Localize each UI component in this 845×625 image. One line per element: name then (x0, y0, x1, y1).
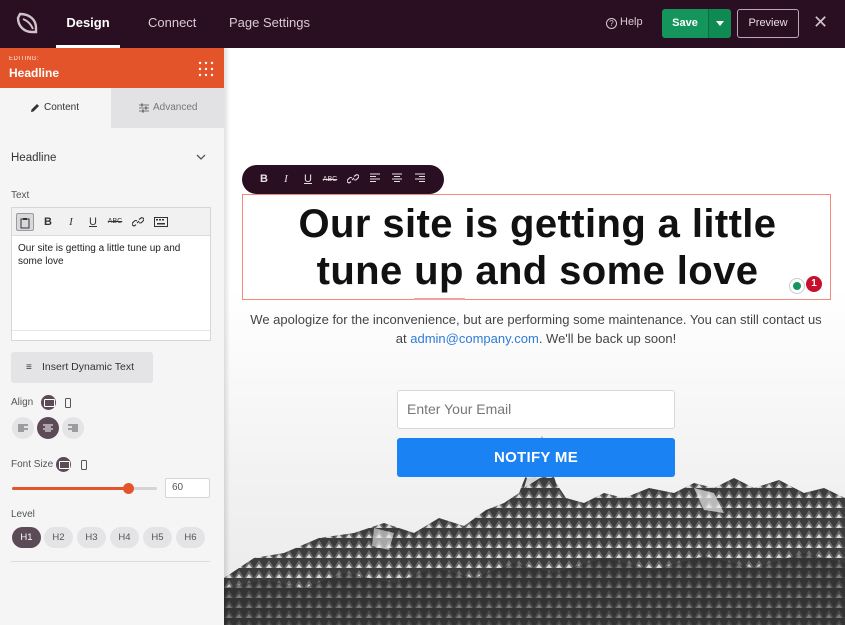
headline-line-1: Our site is getting a little (298, 202, 777, 246)
notify-me-button[interactable]: NOTIFY ME (397, 438, 675, 477)
notification-badge[interactable]: 1 (806, 276, 822, 292)
tab-design[interactable]: Design (56, 0, 120, 48)
align-label: Align (11, 397, 34, 408)
strikethrough-icon[interactable]: ABC (106, 213, 124, 231)
align-center-icon[interactable] (389, 172, 405, 187)
settings-panel: EDITING: Headline Content Advanced Headl… (0, 48, 224, 625)
mobile-icon[interactable] (65, 398, 71, 408)
font-size-label: Font Size (11, 459, 54, 470)
spellcheck-underline (414, 298, 465, 300)
subtext-paragraph: We apologize for the inconvenience, but … (248, 310, 824, 348)
underline-icon[interactable]: U (84, 213, 102, 231)
tab-content[interactable]: Content (0, 88, 111, 128)
bold-icon[interactable]: B (256, 172, 272, 187)
align-left-icon (18, 424, 28, 432)
headline-block[interactable]: Our site is getting a little tune up and… (242, 194, 831, 300)
font-size-slider[interactable] (12, 483, 157, 494)
subtext-at: at (395, 331, 411, 346)
paste-icon[interactable] (16, 213, 34, 231)
text-label: Text (11, 190, 30, 201)
tab-page-settings[interactable]: Page Settings (229, 0, 310, 48)
sliders-icon (139, 103, 149, 113)
align-left-button[interactable] (12, 417, 34, 439)
desktop-icon[interactable] (41, 395, 56, 410)
strikethrough-icon[interactable]: ABC (322, 172, 338, 187)
grid-dots-icon[interactable] (198, 61, 214, 77)
close-icon[interactable]: ✕ (813, 13, 828, 31)
align-right-icon[interactable] (412, 172, 428, 187)
contact-email-link[interactable]: admin@company.com (410, 331, 539, 346)
font-size-input[interactable]: 60 (165, 478, 210, 498)
help-link[interactable]: ? Help (606, 16, 643, 29)
level-h6-button[interactable]: H6 (176, 527, 205, 548)
editor-toolbar: B I U ABC (12, 208, 210, 236)
italic-icon[interactable]: I (62, 213, 80, 231)
help-label: Help (620, 16, 643, 28)
font-size-slider-fill (12, 487, 128, 490)
tab-content-label: Content (44, 102, 80, 113)
subtext-end: . We'll be back up soon! (538, 331, 677, 346)
level-h2-button[interactable]: H2 (44, 527, 73, 548)
level-h5-button[interactable]: H5 (143, 527, 172, 548)
keyboard-icon[interactable] (152, 213, 170, 231)
save-button[interactable]: Save (662, 9, 708, 38)
headline-text[interactable]: Our site is getting a little tune up and… (243, 195, 832, 299)
subtext-line-1: We apologize for the inconvenience, but … (250, 312, 822, 327)
font-size-slider-handle[interactable] (123, 483, 134, 494)
seedprod-logo-icon[interactable] (14, 10, 40, 36)
grammar-assistant-icon[interactable] (789, 278, 805, 294)
tab-advanced-label: Advanced (153, 102, 198, 113)
canvas-shadow (224, 48, 230, 625)
editing-label: EDITING: (9, 56, 40, 62)
editor-resize-bar[interactable] (12, 330, 210, 340)
top-bar: Design Connect Page Settings ? Help Save … (0, 0, 845, 48)
editing-header: EDITING: Headline (0, 48, 224, 88)
panel-divider (11, 561, 210, 562)
insert-dynamic-text-button[interactable]: ≡ Insert Dynamic Text (11, 352, 153, 383)
align-center-button[interactable] (37, 417, 59, 439)
underline-icon[interactable]: U (300, 172, 316, 187)
align-right-icon (68, 424, 78, 432)
pencil-icon (31, 104, 39, 112)
level-label: Level (11, 509, 35, 520)
page-canvas: B I U ABC Our site is getting a little t… (224, 48, 845, 625)
align-left-icon[interactable] (367, 172, 383, 187)
desktop-icon[interactable] (56, 457, 71, 472)
level-h3-button[interactable]: H3 (77, 527, 106, 548)
section-title-headline[interactable]: Headline (11, 152, 56, 164)
link-icon[interactable] (345, 172, 361, 187)
bold-icon[interactable]: B (39, 213, 57, 231)
level-h4-button[interactable]: H4 (110, 527, 139, 548)
level-h1-button[interactable]: H1 (12, 527, 41, 548)
editing-title: Headline (9, 66, 60, 80)
tab-connect[interactable]: Connect (148, 0, 196, 48)
mobile-icon[interactable] (81, 460, 87, 470)
dynamic-text-icon: ≡ (26, 362, 32, 373)
inline-format-toolbar: B I U ABC (242, 165, 444, 194)
preview-button[interactable]: Preview (737, 9, 799, 38)
help-icon: ? (606, 18, 617, 29)
email-input[interactable]: Enter Your Email (397, 390, 675, 429)
save-options-dropdown[interactable] (708, 9, 731, 38)
chevron-down-icon[interactable] (196, 152, 206, 162)
tab-advanced[interactable]: Advanced (111, 88, 224, 128)
headline-line-2: tune up and some love (316, 249, 759, 293)
link-icon[interactable] (129, 213, 147, 231)
insert-dynamic-text-label: Insert Dynamic Text (42, 361, 135, 373)
italic-icon[interactable]: I (278, 172, 294, 187)
editor-text[interactable]: Our site is getting a little tune up and… (18, 242, 204, 268)
align-center-icon (43, 424, 53, 432)
align-right-button[interactable] (62, 417, 84, 439)
text-editor[interactable]: B I U ABC Our site is getting a little t… (11, 207, 211, 341)
